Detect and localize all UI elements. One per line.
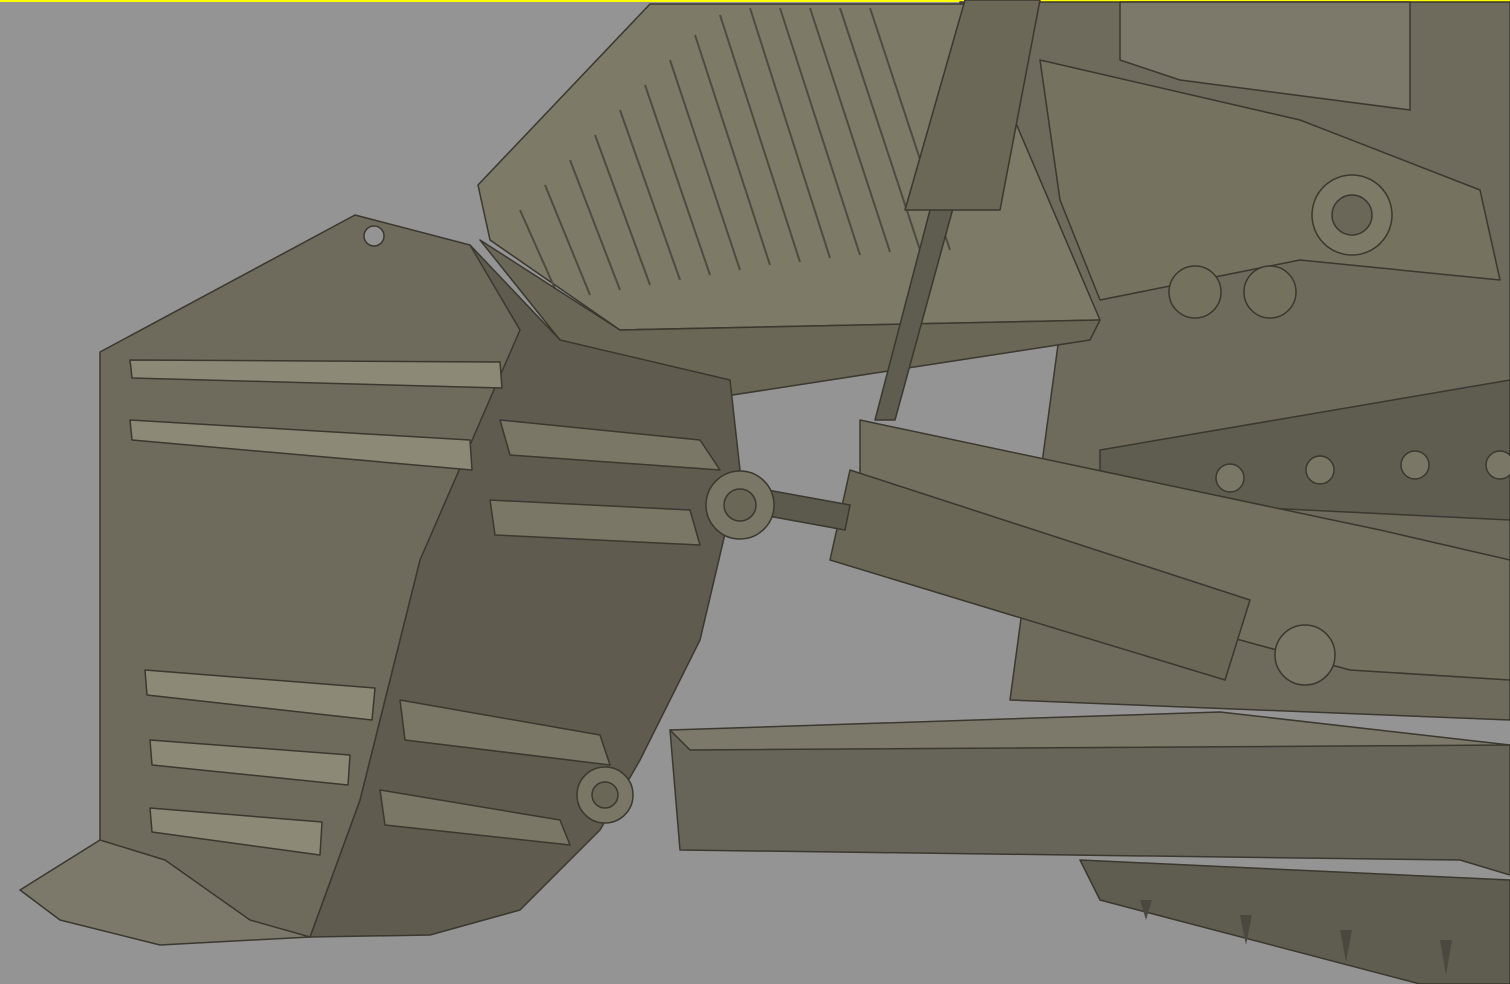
3d-viewport[interactable] (0, 0, 1510, 984)
bulldozer-model-render (19, 0, 1510, 984)
bolt-flange-1 (1168, 265, 1222, 319)
lower-push-arm (669, 729, 1510, 876)
blade-lift-eye (363, 225, 385, 247)
lower-arm-top-face (669, 711, 1510, 751)
arm-end-pivot (1274, 624, 1336, 686)
pivot-boss-inner (1331, 194, 1373, 236)
pivot-pin-lower-center (591, 781, 619, 809)
bolt-flange-2 (1243, 265, 1297, 319)
pivot-pin-upper-center (723, 488, 757, 522)
